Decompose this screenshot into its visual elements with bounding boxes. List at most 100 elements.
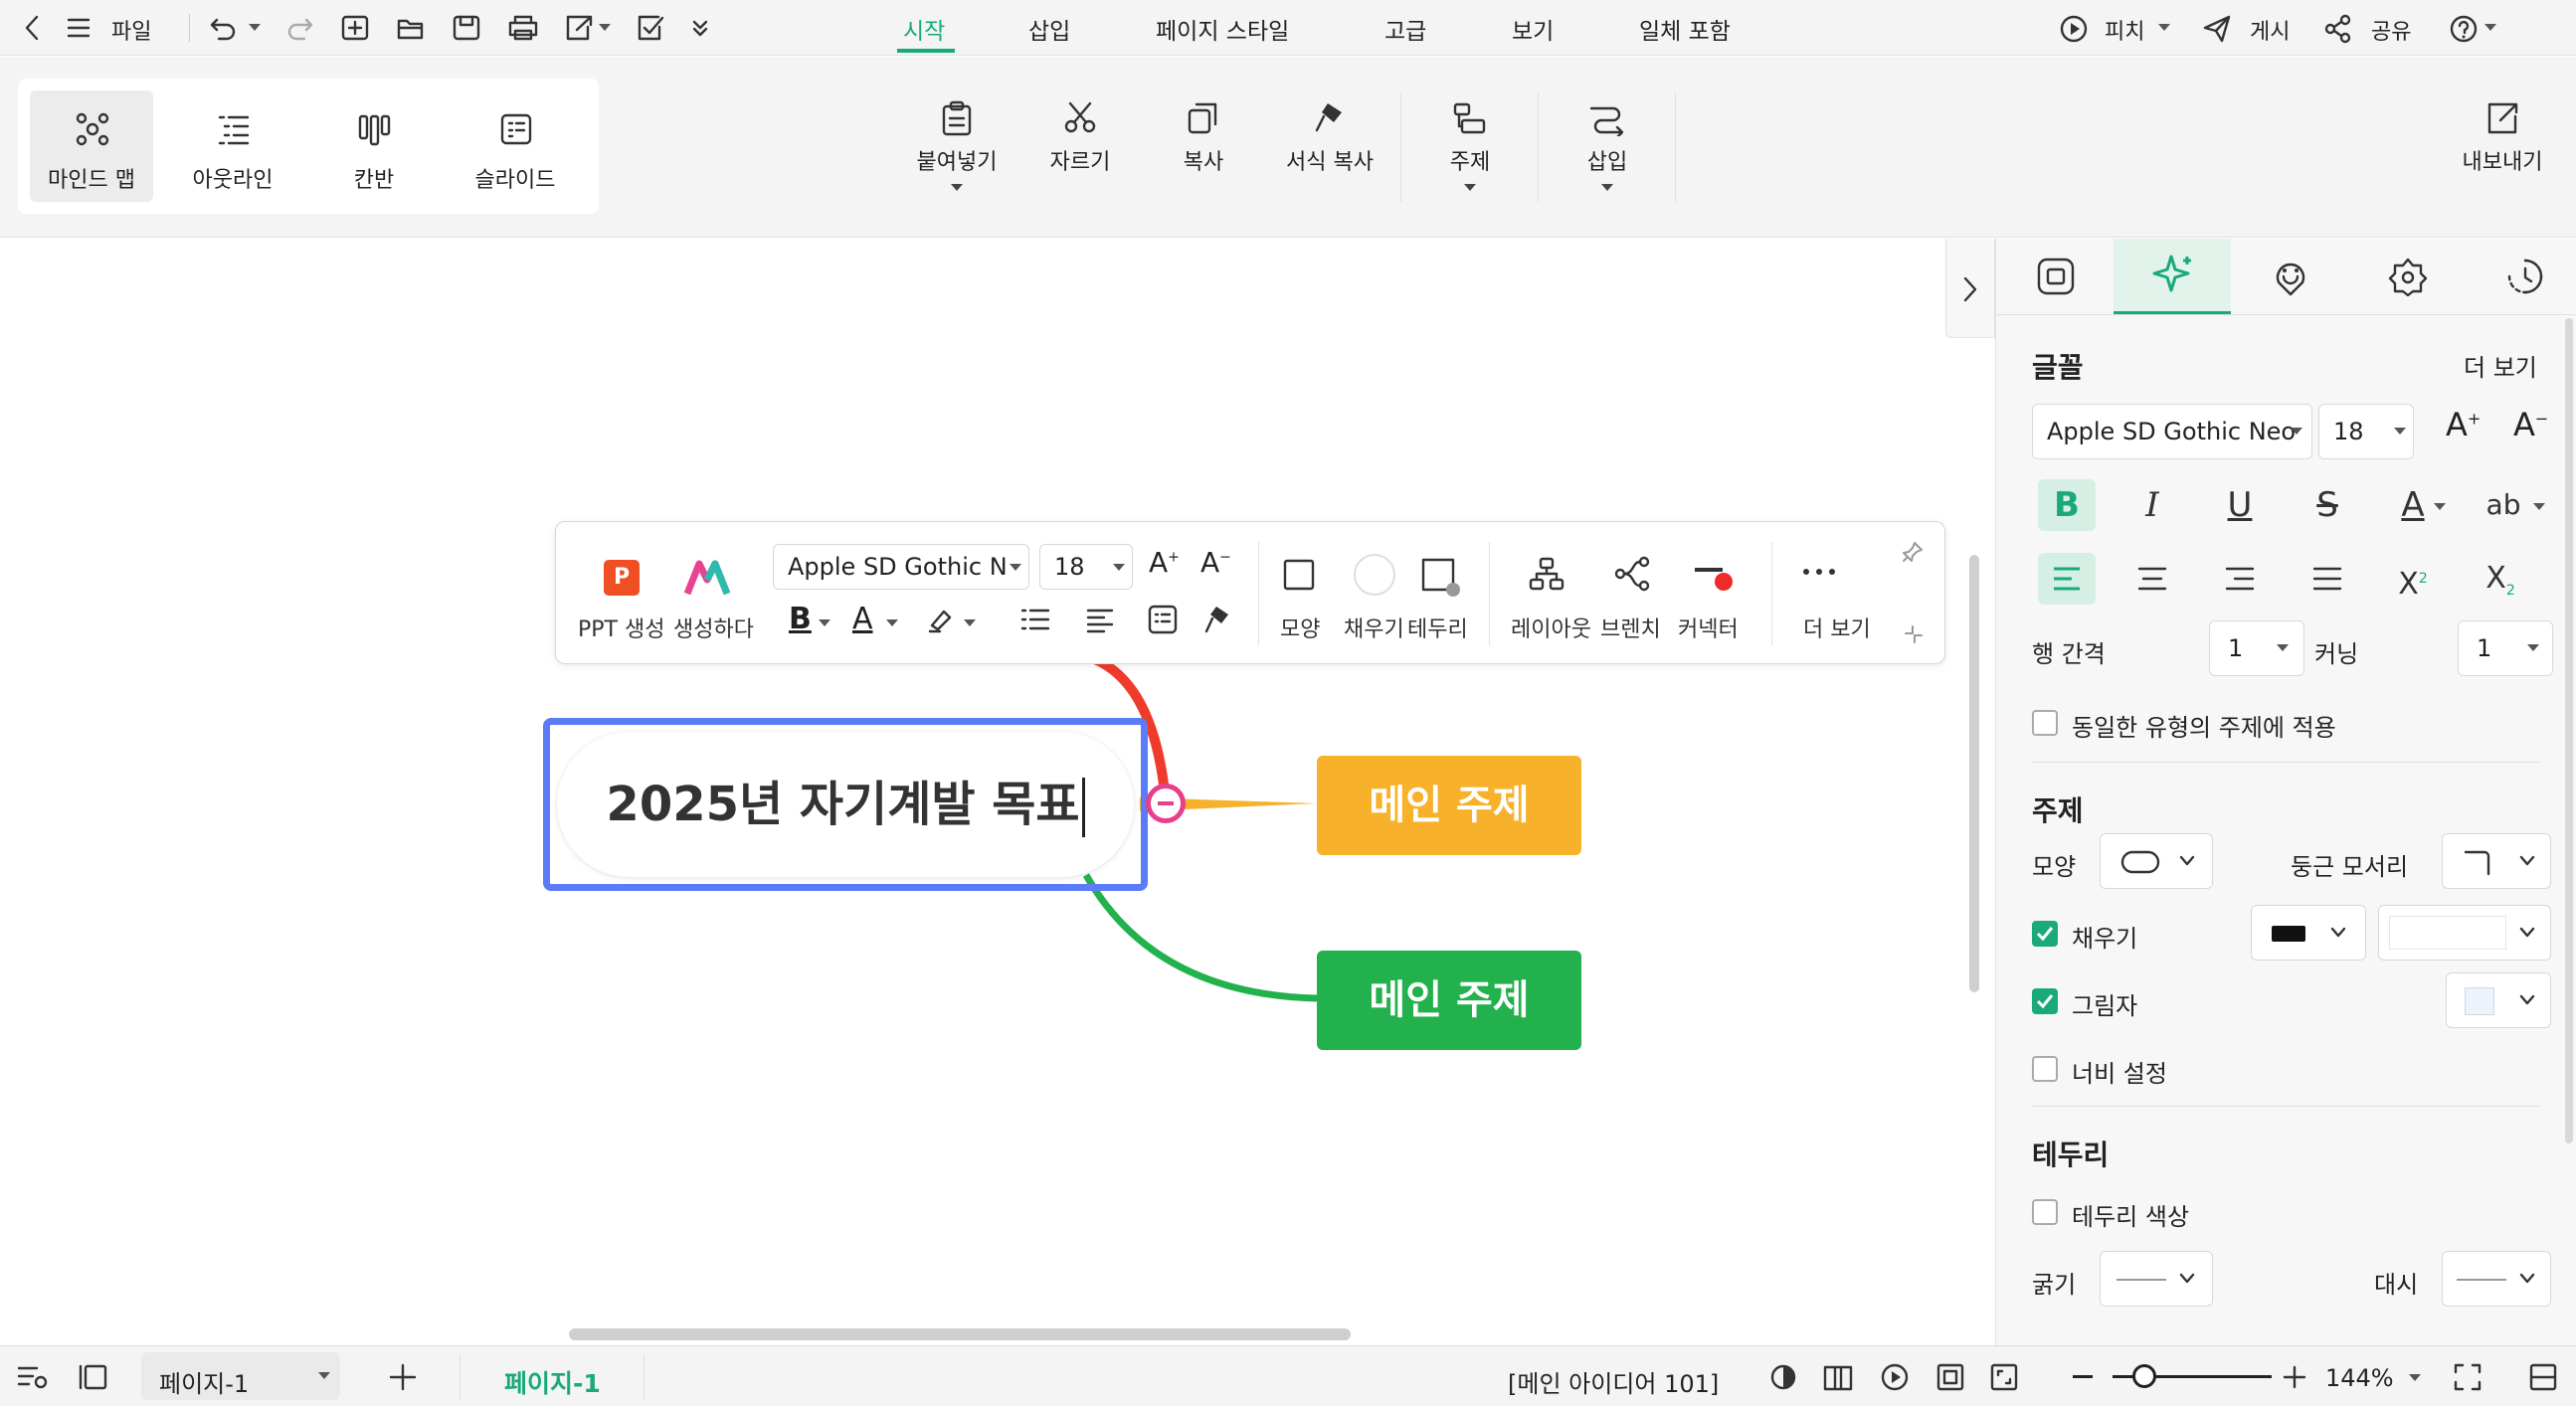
text-case-button[interactable]: ab — [2472, 479, 2535, 531]
pitch-button[interactable]: 피치 — [2105, 14, 2144, 46]
highlight-dropdown-icon[interactable] — [964, 619, 976, 626]
format-copy-button[interactable]: 서식 복사 — [1269, 100, 1390, 176]
menu-icon[interactable] — [66, 16, 92, 40]
font-family-select[interactable]: Apple SD Gothic N — [773, 544, 1029, 590]
dash-select[interactable] — [2442, 1251, 2551, 1307]
publish-icon[interactable] — [2202, 14, 2232, 44]
shrink-icon[interactable] — [1903, 623, 1925, 645]
tab-view[interactable]: 보기 — [1512, 12, 1554, 46]
underline-toggle[interactable]: U — [2211, 479, 2269, 531]
redo-icon[interactable] — [284, 14, 314, 42]
more-chevron-icon[interactable] — [690, 18, 710, 38]
share-button[interactable]: 공유 — [2371, 14, 2411, 46]
fill-label[interactable]: 채우기 — [1344, 612, 1404, 643]
size-dropdown-icon[interactable] — [1113, 564, 1125, 571]
font-decrease-icon[interactable]: A− — [1200, 546, 1231, 579]
line-spacing-select[interactable]: 1 — [2209, 620, 2304, 676]
insert-dropdown-icon[interactable] — [1601, 184, 1613, 191]
tab-insert[interactable]: 삽입 — [1028, 12, 1070, 46]
fullscreen-icon[interactable] — [2453, 1362, 2483, 1392]
tab-style-panel[interactable] — [1996, 239, 2114, 314]
bold-dropdown-icon[interactable] — [819, 619, 830, 626]
font-dropdown-icon[interactable] — [1010, 564, 1021, 571]
new-icon[interactable] — [340, 14, 370, 42]
highlight-icon[interactable] — [926, 606, 954, 635]
border-icon[interactable] — [1419, 556, 1461, 598]
central-topic[interactable]: 2025년 자기계발 목표 — [557, 732, 1134, 877]
tab-page-style[interactable]: 페이지 스타일 — [1156, 12, 1289, 46]
tab-icon-panel[interactable] — [2231, 239, 2348, 314]
open-icon[interactable] — [396, 14, 426, 42]
more-label[interactable]: 더 보기 — [1803, 612, 1871, 643]
zoom-slider-thumb[interactable] — [2132, 1364, 2156, 1388]
font-more-link[interactable]: 더 보기 — [2464, 348, 2537, 383]
bold-toggle[interactable]: B — [2038, 479, 2096, 531]
align-center-toggle[interactable] — [2123, 553, 2181, 605]
align-icon[interactable] — [1085, 606, 1117, 635]
zoom-level[interactable]: 144% — [2325, 1364, 2394, 1392]
ppt-icon[interactable]: P — [604, 560, 640, 596]
format-painter-icon[interactable] — [1200, 604, 1232, 635]
undo-dropdown-icon[interactable] — [249, 24, 261, 31]
fullscreen-expand-icon[interactable] — [1989, 1362, 2019, 1392]
shape-icon[interactable] — [1282, 558, 1316, 592]
shadow-color-select[interactable] — [2446, 972, 2551, 1028]
view-kanban-button[interactable]: 칸반 — [312, 90, 436, 202]
fill-color-icon[interactable] — [1354, 554, 1395, 596]
connector-icon[interactable] — [1692, 562, 1736, 594]
view-outline-button[interactable]: 아웃라인 — [171, 90, 294, 202]
panel-font-increase-icon[interactable]: A+ — [2446, 406, 2481, 443]
panel-font-decrease-icon[interactable]: A− — [2513, 406, 2548, 443]
subscript-toggle[interactable]: X2 — [2472, 553, 2529, 605]
zoom-out-button[interactable] — [2073, 1375, 2093, 1378]
book-icon[interactable] — [1822, 1362, 1854, 1392]
ai-generate-icon[interactable] — [683, 558, 731, 598]
publish-button[interactable]: 게시 — [2250, 14, 2290, 46]
pin-icon[interactable] — [1901, 540, 1925, 564]
cut-button[interactable]: 자르기 — [1020, 100, 1140, 176]
export-dropdown-icon[interactable] — [599, 24, 611, 31]
font-increase-icon[interactable]: A+ — [1149, 546, 1180, 579]
topic-dropdown-icon[interactable] — [1464, 184, 1476, 191]
border-label[interactable]: 테두리 — [1407, 612, 1468, 643]
export-button[interactable]: 내보내기 — [2443, 100, 2562, 176]
export-file-icon[interactable] — [563, 14, 595, 42]
font-color-icon[interactable]: A — [852, 602, 873, 636]
tab-ai-panel[interactable] — [2114, 239, 2231, 314]
add-page-icon[interactable] — [388, 1362, 418, 1392]
theme-toggle-icon[interactable] — [1768, 1362, 1798, 1392]
pitch-dropdown-icon[interactable] — [2158, 24, 2170, 31]
italic-toggle[interactable]: I — [2123, 479, 2181, 531]
print-icon[interactable] — [507, 14, 539, 42]
more-icon[interactable] — [1801, 566, 1837, 578]
text-case-dropdown-icon[interactable] — [2533, 503, 2545, 510]
zoom-dropdown-icon[interactable] — [2409, 1374, 2421, 1381]
fill-color-select[interactable] — [2378, 905, 2551, 961]
panel-font-select[interactable]: Apple SD Gothic Neo — [2032, 404, 2312, 459]
line-spacing-dropdown-icon[interactable] — [2277, 644, 2289, 651]
play-icon[interactable] — [1880, 1362, 1910, 1392]
save-icon[interactable] — [452, 14, 481, 42]
layout-icon[interactable] — [1529, 556, 1564, 592]
pitch-icon[interactable] — [2059, 14, 2089, 44]
collapse-toggle[interactable] — [1146, 784, 1186, 823]
note-icon[interactable] — [1147, 604, 1179, 635]
mindmap-canvas[interactable]: 2025년 자기계발 목표 메인 주제 메인 주제 — [0, 239, 1995, 1345]
branch-icon[interactable] — [1614, 556, 1650, 592]
shape-select[interactable] — [2100, 833, 2213, 889]
justify-toggle[interactable] — [2299, 553, 2356, 605]
list-icon[interactable] — [1019, 606, 1051, 635]
width-checkbox[interactable] — [2032, 1056, 2058, 1082]
ppt-generate-label[interactable]: PPT 생성 — [578, 612, 664, 643]
apply-same-checkbox[interactable] — [2032, 710, 2058, 736]
view-slide-button[interactable]: 슬라이드 — [454, 90, 577, 202]
corner-select[interactable] — [2442, 833, 2551, 889]
tab-advanced[interactable]: 고급 — [1384, 12, 1426, 46]
strikethrough-toggle[interactable]: S — [2299, 479, 2356, 531]
fill-style-select[interactable] — [2251, 905, 2366, 961]
layout-label[interactable]: 레이아웃 — [1511, 612, 1591, 643]
panel-size-dropdown-icon[interactable] — [2394, 428, 2406, 435]
shadow-checkbox[interactable] — [2032, 988, 2058, 1014]
thickness-select[interactable] — [2100, 1251, 2213, 1307]
view-mindmap-button[interactable]: 마인드 맵 — [30, 90, 153, 202]
